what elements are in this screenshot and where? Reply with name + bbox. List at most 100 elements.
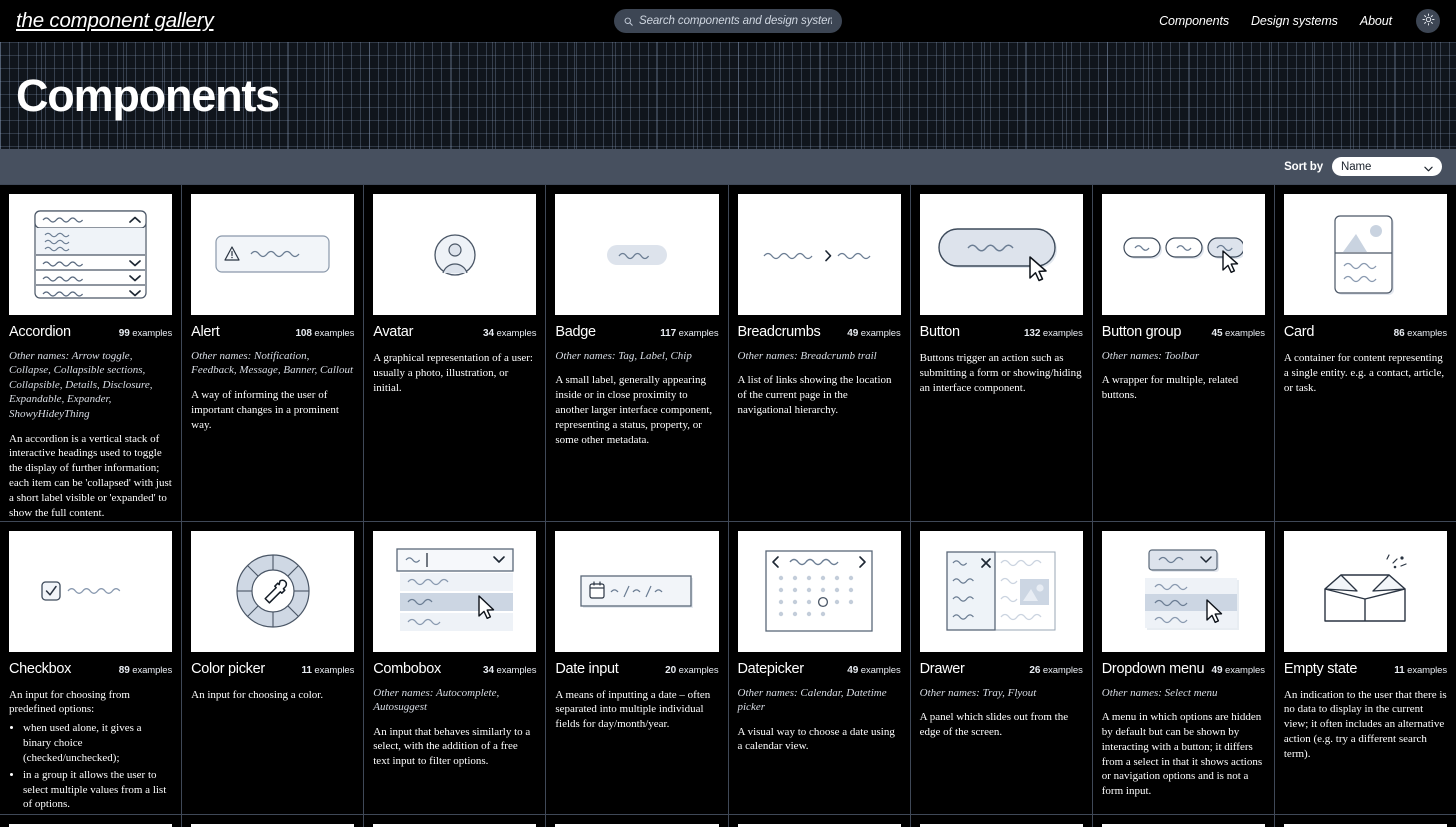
example-count: 89 examples bbox=[118, 664, 173, 676]
card-header: Alert 108 examples bbox=[191, 324, 355, 341]
sort-by-label: Sort by bbox=[1284, 160, 1323, 173]
theme-toggle-button[interactable] bbox=[1416, 9, 1440, 33]
component-description: An accordion is a vertical stack of inte… bbox=[9, 432, 172, 519]
description-bullets: when used alone, it gives a binary choic… bbox=[23, 721, 172, 812]
description-text: An input for choosing from predefined op… bbox=[9, 688, 130, 716]
component-description: A wrapper for multiple, related buttons. bbox=[1101, 374, 1239, 402]
component-card-button[interactable]: Button 132 examples Buttons trigger an a… bbox=[910, 185, 1092, 521]
example-count: 108 examples bbox=[295, 328, 355, 339]
card-header: Empty state 11 examples bbox=[1283, 660, 1447, 678]
component-card-breadcrumbs[interactable]: Breadcrumbs 49 examples Other names: Bre… bbox=[728, 185, 910, 521]
search-input[interactable] bbox=[639, 15, 832, 27]
component-card-dropdown-menu[interactable]: Dropdown menu 49 examples Other names: S… bbox=[1092, 521, 1274, 815]
breadcrumbs-wireframe bbox=[737, 194, 901, 315]
component-card-empty-state[interactable]: Empty state 11 examples An indication to… bbox=[1274, 521, 1456, 815]
component-name: Date input bbox=[555, 660, 619, 677]
card-header: Card 86 examples bbox=[1284, 324, 1447, 341]
component-card-partial-7[interactable] bbox=[1092, 815, 1274, 827]
badge-wireframe bbox=[555, 194, 719, 315]
nav-link-about[interactable]: About bbox=[1360, 14, 1392, 28]
component-card-partial-6[interactable] bbox=[910, 815, 1092, 827]
search-icon bbox=[624, 17, 633, 26]
component-card-partial-8[interactable] bbox=[1274, 815, 1456, 827]
sun-icon bbox=[1421, 13, 1435, 29]
component-name: Checkbox bbox=[9, 660, 72, 677]
nav-link-design-systems[interactable]: Design systems bbox=[1251, 14, 1338, 28]
component-card-accordion[interactable]: Accordion 99 examples Other names: Arrow… bbox=[0, 185, 182, 521]
component-description: An indication to the user that there is … bbox=[1283, 688, 1447, 760]
component-name: Color picker bbox=[191, 660, 265, 677]
button-group-wireframe bbox=[1101, 194, 1265, 315]
component-card-partial-5[interactable] bbox=[728, 815, 910, 827]
example-count: 45 examples bbox=[1211, 328, 1265, 339]
card-header: Checkbox 89 examples bbox=[9, 660, 173, 678]
example-count: 34 examples bbox=[483, 664, 537, 676]
card-header: Button group 45 examples bbox=[1102, 324, 1265, 341]
component-description: A container for content representing a s… bbox=[1283, 351, 1445, 394]
component-description: An input for choosing a color. bbox=[191, 688, 324, 701]
component-card-color-picker[interactable]: Color picker 11 examples An input for ch… bbox=[182, 521, 364, 815]
component-card-partial-1[interactable] bbox=[0, 815, 182, 827]
combobox-wireframe bbox=[373, 530, 537, 652]
example-count: 34 examples bbox=[483, 328, 537, 339]
drawer-wireframe bbox=[919, 530, 1083, 652]
card-header: Date input 20 examples bbox=[555, 660, 719, 678]
component-grid: Accordion 99 examples Other names: Arrow… bbox=[0, 184, 1456, 827]
example-count: 20 examples bbox=[665, 664, 719, 676]
component-name: Empty state bbox=[1283, 660, 1358, 677]
color-picker-wireframe bbox=[191, 530, 355, 652]
component-card-partial-3[interactable] bbox=[364, 815, 546, 827]
main-nav: Components Design systems About bbox=[1159, 9, 1440, 33]
empty-state-wireframe bbox=[1283, 530, 1447, 652]
component-card-partial-2[interactable] bbox=[182, 815, 364, 827]
component-description: An input for choosing from predefined op… bbox=[9, 688, 172, 815]
nav-link-components[interactable]: Components bbox=[1159, 14, 1229, 28]
component-description: Buttons trigger an action such as submit… bbox=[919, 351, 1082, 394]
component-description: A means of inputting a date – often sepa… bbox=[555, 688, 711, 731]
card-header: Drawer 26 examples bbox=[919, 660, 1083, 678]
component-card-drawer[interactable]: Drawer 26 examples Other names: Tray, Fl… bbox=[910, 521, 1092, 815]
card-wireframe bbox=[1283, 194, 1447, 315]
component-name: Breadcrumbs bbox=[737, 324, 821, 340]
card-header: Color picker 11 examples bbox=[191, 660, 355, 678]
other-names: Other names: Arrow toggle, Collapse, Col… bbox=[9, 349, 153, 420]
component-card-badge[interactable]: Badge 117 examples Other names: Tag, Lab… bbox=[546, 185, 728, 521]
other-names: Other names: Calendar, Datetime picker bbox=[737, 686, 887, 714]
component-card-combobox[interactable]: Combobox 34 examples Other names: Autoco… bbox=[364, 521, 546, 815]
example-count: 11 examples bbox=[301, 664, 355, 676]
list-item: in a group it allows the user to select … bbox=[23, 768, 172, 813]
search-box[interactable] bbox=[614, 9, 842, 33]
card-header: Accordion 99 examples bbox=[9, 324, 172, 341]
component-card-datepicker[interactable]: Datepicker 49 examples Other names: Cale… bbox=[728, 521, 910, 815]
page-title: Components bbox=[16, 70, 280, 121]
component-name: Dropdown menu bbox=[1101, 660, 1205, 677]
sort-select[interactable]: Name bbox=[1332, 157, 1442, 176]
date-input-wireframe bbox=[555, 530, 719, 652]
component-card-avatar[interactable]: Avatar 34 examples A graphical represent… bbox=[364, 185, 546, 521]
dropdown-menu-wireframe bbox=[1101, 530, 1265, 652]
component-card-card[interactable]: Card 86 examples A container for content… bbox=[1274, 185, 1456, 521]
site-logo[interactable]: the component gallery bbox=[16, 9, 214, 33]
card-header: Combobox 34 examples bbox=[373, 661, 537, 678]
component-name: Avatar bbox=[373, 324, 414, 340]
card-header: Breadcrumbs 49 examples bbox=[737, 324, 901, 341]
card-header: Datepicker 49 examples bbox=[737, 660, 901, 678]
card-header: Dropdown menu 49 examples bbox=[1101, 660, 1265, 678]
example-count: 11 examples bbox=[1394, 664, 1447, 676]
component-card-partial-4[interactable] bbox=[546, 815, 728, 827]
component-name: Drawer bbox=[919, 660, 965, 677]
component-card-date-input[interactable]: Date input 20 examples A means of inputt… bbox=[546, 521, 728, 815]
component-name: Accordion bbox=[9, 324, 71, 340]
component-name: Button bbox=[919, 324, 960, 340]
card-header: Avatar 34 examples bbox=[373, 324, 537, 341]
example-count: 49 examples bbox=[1211, 664, 1265, 676]
component-card-button-group[interactable]: Button group 45 examples Other names: To… bbox=[1092, 185, 1274, 521]
component-description: A menu in which options are hidden by de… bbox=[1101, 711, 1263, 798]
component-name: Alert bbox=[191, 324, 220, 340]
component-card-alert[interactable]: Alert 108 examples Other names: Notifica… bbox=[182, 185, 364, 521]
component-description: A small label, generally appearing insid… bbox=[555, 374, 713, 446]
component-card-checkbox[interactable]: Checkbox 89 examples An input for choosi… bbox=[0, 521, 182, 815]
accordion-wireframe bbox=[9, 194, 173, 315]
component-name: Datepicker bbox=[737, 660, 805, 677]
other-names: Other names: Breadcrumb trail bbox=[737, 349, 877, 362]
